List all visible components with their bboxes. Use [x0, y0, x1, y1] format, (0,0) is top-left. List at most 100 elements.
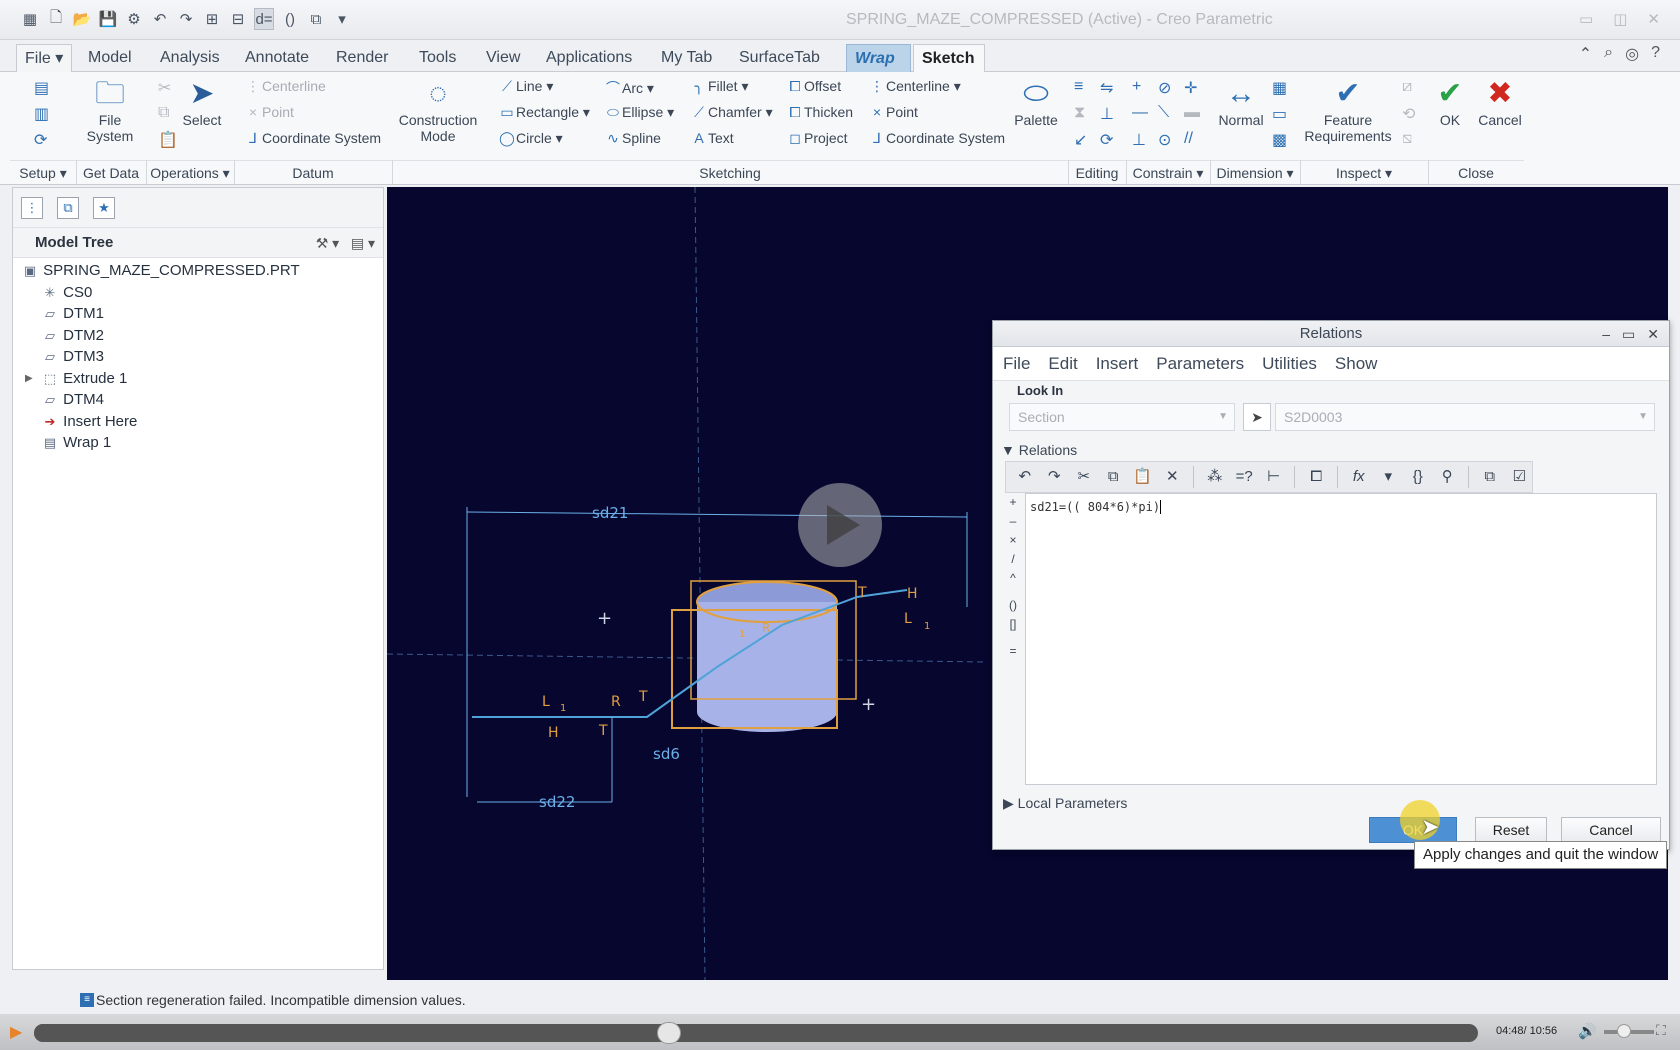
- select-button[interactable]: ➤ Select: [176, 76, 228, 128]
- windows-icon[interactable]: ⧉: [306, 8, 326, 30]
- cut-icon[interactable]: ✂: [1071, 464, 1097, 490]
- volume-icon[interactable]: 🔊: [1578, 1022, 1597, 1040]
- seek-handle[interactable]: [657, 1022, 682, 1044]
- tab-applications[interactable]: Applications: [538, 44, 640, 72]
- tab-view[interactable]: View: [478, 44, 528, 72]
- minus-button[interactable]: –: [1003, 512, 1023, 531]
- restore-icon[interactable]: ◫: [1613, 10, 1627, 28]
- braces-icon[interactable]: (): [280, 8, 300, 30]
- dimension-icon[interactable]: d=: [254, 8, 274, 30]
- tangent-icon[interactable]: ⊘: [1158, 78, 1171, 98]
- customize-icon[interactable]: ▾: [332, 8, 352, 30]
- help-icon[interactable]: ?: [1651, 44, 1660, 64]
- tree-item-dtm2[interactable]: ▱ DTM2: [13, 325, 383, 347]
- new-icon[interactable]: 🗋: [46, 8, 66, 30]
- normal-dimension-button[interactable]: ↔ Normal: [1214, 76, 1268, 128]
- cancel-button[interactable]: Cancel: [1561, 817, 1661, 843]
- folder-browser-icon[interactable]: ⧉: [57, 196, 79, 219]
- tab-file[interactable]: File ▾: [16, 44, 73, 72]
- evaluate-icon[interactable]: =?: [1231, 464, 1257, 490]
- community-icon[interactable]: ◎: [1625, 44, 1639, 64]
- open-icon[interactable]: 📂: [72, 8, 92, 30]
- power-button[interactable]: ^: [1003, 569, 1023, 588]
- plus-button[interactable]: +: [1003, 493, 1023, 512]
- minimize-icon[interactable]: ▭: [1579, 10, 1593, 28]
- undo-icon[interactable]: ↶: [150, 8, 170, 30]
- tree-item-dtm4[interactable]: ▱ DTM4: [13, 389, 383, 411]
- arc-tool[interactable]: ⌒ Arc ▾: [604, 78, 654, 98]
- minimize-icon[interactable]: –: [1602, 321, 1610, 347]
- setup-icon-3[interactable]: ⟳: [34, 130, 47, 150]
- palette-button[interactable]: ⬭ Palette: [1008, 76, 1064, 128]
- redo-icon[interactable]: ↷: [176, 8, 196, 30]
- tree-item-part[interactable]: ▣ SPRING_MAZE_COMPRESSED.PRT: [13, 260, 383, 282]
- dim-sd22[interactable]: sd22: [539, 793, 575, 811]
- offset-tool[interactable]: ⧠ Offset: [786, 78, 841, 95]
- chevron-down-icon[interactable]: ▾: [1375, 464, 1401, 490]
- project-tool[interactable]: ◻ Project: [786, 130, 847, 147]
- coord-system-tool[interactable]: ⅃ Coordinate System: [868, 130, 1005, 147]
- tab-tools[interactable]: Tools: [411, 44, 464, 72]
- menu-parameters[interactable]: Parameters: [1156, 347, 1244, 380]
- rectangle-tool[interactable]: ▭ Rectangle ▾: [498, 104, 590, 121]
- midpoint-icon[interactable]: ✛: [1184, 78, 1197, 98]
- horizontal-constraint-icon[interactable]: —: [1132, 104, 1148, 122]
- units-icon[interactable]: ⧉: [1477, 464, 1503, 490]
- window-icon[interactable]: ⊞: [202, 8, 222, 30]
- tree-item-cs0[interactable]: ✳ CS0: [13, 282, 383, 304]
- tree-item-wrap1[interactable]: ▤ Wrap 1: [13, 432, 383, 454]
- undo-icon[interactable]: ↶: [1012, 464, 1038, 490]
- multiply-button[interactable]: ×: [1003, 531, 1023, 550]
- group-operations[interactable]: Operations ▾: [146, 160, 234, 184]
- play-icon[interactable]: ▶: [10, 1022, 30, 1042]
- fullscreen-icon[interactable]: ⛶: [1656, 1022, 1666, 1039]
- group-dimension[interactable]: Dimension ▾: [1210, 160, 1300, 184]
- close-icon[interactable]: ✕: [1647, 10, 1660, 28]
- thicken-tool[interactable]: ⧠ Thicken: [786, 104, 853, 121]
- search-params-icon[interactable]: ⚲: [1434, 464, 1460, 490]
- coord-system-datum[interactable]: ⅃ Coordinate System: [244, 130, 381, 147]
- mirror-icon[interactable]: ⇋: [1100, 78, 1113, 98]
- maximize-icon[interactable]: ▭: [1622, 321, 1635, 347]
- tree-settings[interactable]: ⚒ ▾ ▤ ▾: [316, 228, 375, 258]
- menu-utilities[interactable]: Utilities: [1262, 347, 1317, 380]
- tab-annotate[interactable]: Annotate: [237, 44, 317, 72]
- model-tree-tab-icon[interactable]: ⋮: [21, 196, 43, 219]
- parallel-icon[interactable]: //: [1184, 130, 1193, 148]
- point-tool[interactable]: × Point: [868, 104, 918, 120]
- corner-icon[interactable]: ↙: [1074, 130, 1087, 150]
- volume-handle[interactable]: [1617, 1024, 1631, 1038]
- delete-segment-icon[interactable]: ⊥: [1100, 104, 1114, 124]
- text-tool[interactable]: A Text: [690, 130, 733, 146]
- rotate-resize-icon[interactable]: ⟳: [1100, 130, 1113, 150]
- tab-wrap[interactable]: Wrap: [846, 44, 911, 72]
- redo-icon[interactable]: ↷: [1042, 464, 1068, 490]
- group-setup[interactable]: Setup ▾: [10, 160, 76, 184]
- paste-icon[interactable]: 📋: [1130, 464, 1156, 490]
- menu-insert[interactable]: Insert: [1096, 347, 1139, 380]
- chamfer-tool[interactable]: ⟋ Chamfer ▾: [690, 104, 773, 121]
- tree-item-dtm1[interactable]: ▱ DTM1: [13, 303, 383, 325]
- favorites-icon[interactable]: ★: [93, 196, 115, 219]
- line-tool[interactable]: ⟋ Line ▾: [498, 78, 553, 95]
- parentheses-button[interactable]: (): [1003, 596, 1023, 615]
- divide-button[interactable]: /: [1003, 550, 1023, 569]
- local-parameters-toggle[interactable]: ▶ Local Parameters: [1003, 795, 1127, 812]
- dim-sd21[interactable]: sd21: [592, 504, 628, 522]
- tab-sketch[interactable]: Sketch: [913, 44, 985, 72]
- equal-icon[interactable]: ⊙: [1158, 130, 1171, 150]
- sort-icon[interactable]: ⧠: [1303, 464, 1329, 490]
- tree-item-extrude1[interactable]: ▶ ⬚ Extrude 1: [13, 368, 383, 390]
- circle-tool[interactable]: ◯Circle ▾: [498, 130, 563, 147]
- relations-editor[interactable]: sd21=(( 804*6)*pi): [1025, 493, 1657, 785]
- regenerate-icon[interactable]: ⚙: [124, 8, 144, 30]
- construction-mode-button[interactable]: ◌ Construction Mode: [398, 76, 478, 144]
- feature-requirements-button[interactable]: ✔ Feature Requirements: [1300, 76, 1396, 144]
- volume-slider[interactable]: [1604, 1024, 1654, 1038]
- tree-item-insert-here[interactable]: ➔ Insert Here: [13, 411, 383, 433]
- tab-surfacetab[interactable]: SurfaceTab: [731, 44, 828, 72]
- close-icon[interactable]: ✕: [1647, 321, 1659, 347]
- tree-item-dtm3[interactable]: ▱ DTM3: [13, 346, 383, 368]
- save-icon[interactable]: 💾: [98, 8, 118, 30]
- tab-analysis[interactable]: Analysis: [152, 44, 228, 72]
